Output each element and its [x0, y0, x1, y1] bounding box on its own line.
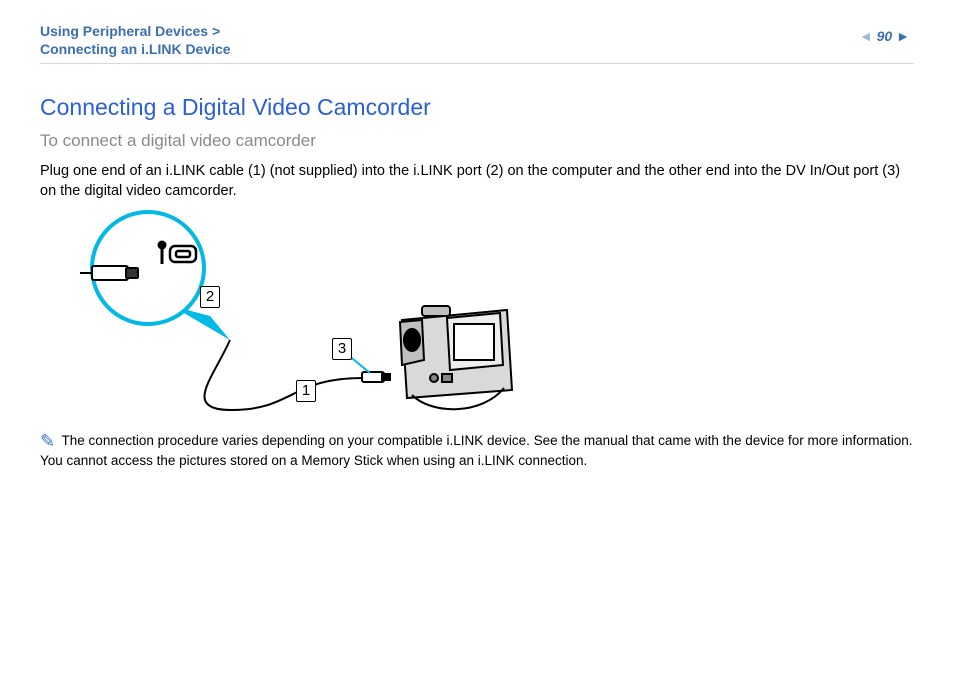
- note-pencil-icon: ✎: [40, 431, 55, 452]
- section-title: Connecting a Digital Video Camcorder: [40, 94, 914, 121]
- header-divider: [40, 63, 914, 64]
- document-page: Using Peripheral Devices > Connecting an…: [0, 0, 954, 674]
- callout-label-2: 2: [200, 286, 220, 308]
- note-block: ✎ The connection procedure varies depend…: [40, 431, 914, 470]
- section-subheading: To connect a digital video camcorder: [40, 131, 914, 151]
- body-paragraph: Plug one end of an i.LINK cable (1) (not…: [40, 161, 914, 201]
- prev-page-arrow-icon[interactable]: ◄: [859, 28, 873, 44]
- breadcrumb-line-2: Connecting an i.LINK Device: [40, 40, 914, 58]
- callout-label-1: 1: [296, 380, 316, 402]
- page-nav: ◄ 90 ►: [859, 28, 910, 44]
- note-text-1: The connection procedure varies dependin…: [62, 433, 913, 448]
- connection-diagram: 2 1 3: [62, 210, 542, 430]
- page-number: 90: [877, 28, 893, 44]
- callout-label-3: 3: [332, 338, 352, 360]
- breadcrumb-line-1: Using Peripheral Devices >: [40, 22, 914, 40]
- page-header: Using Peripheral Devices > Connecting an…: [40, 22, 914, 62]
- note-text-2: You cannot access the pictures stored on…: [40, 453, 587, 468]
- next-page-arrow-icon[interactable]: ►: [896, 28, 910, 44]
